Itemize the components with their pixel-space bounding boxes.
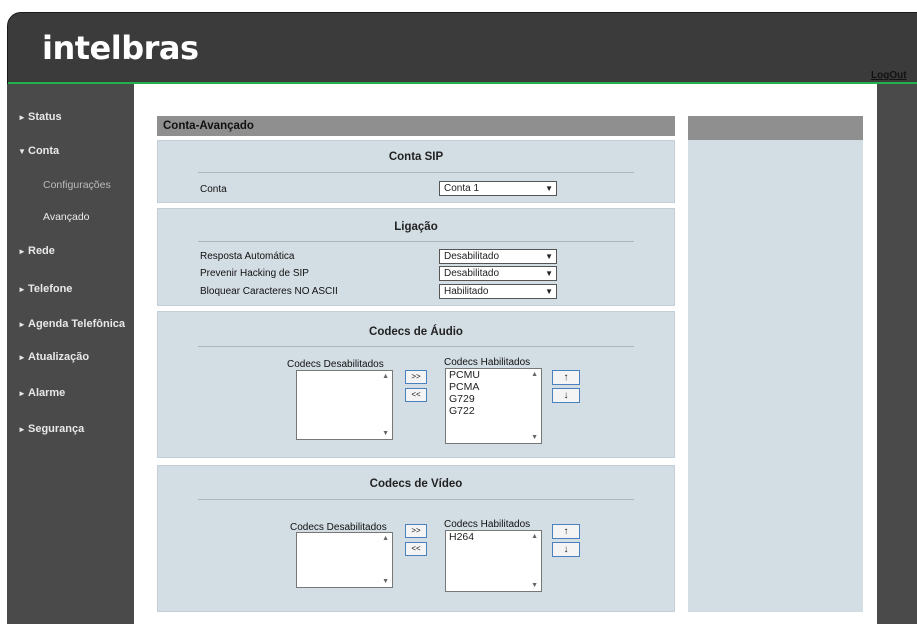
section-title: Conta SIP [388, 151, 444, 163]
scroll-up-icon[interactable]: ▲ [531, 371, 538, 378]
audio-disabled-listbox[interactable]: ▲ ▼ [296, 370, 393, 440]
caret-right-icon: ► [18, 389, 26, 398]
intelbras-logo: intelbras [42, 29, 199, 67]
section-title: Codecs de Vídeo [369, 478, 463, 490]
list-item[interactable]: PCMA [449, 381, 541, 393]
sidebar-item-label: Agenda Telefônica [28, 318, 125, 330]
chevron-down-icon: ▼ [545, 269, 553, 278]
list-item[interactable]: G722 [449, 405, 541, 417]
move-up-button[interactable]: ↑ [552, 370, 580, 385]
sidebar-subitem-configuracoes[interactable]: Configurações [7, 174, 134, 196]
remove-codec-button[interactable]: << [405, 542, 427, 556]
resposta-automatica-label: Resposta Automática [200, 251, 295, 262]
video-enabled-listbox[interactable]: H264 ▲ ▼ [445, 530, 542, 592]
scroll-down-icon[interactable]: ▼ [531, 434, 538, 441]
header: intelbras [8, 13, 917, 82]
caret-right-icon: ► [18, 425, 26, 434]
codecs-desabilitados-label: Codecs Desabilitados [287, 359, 384, 370]
scroll-down-icon[interactable]: ▼ [382, 430, 389, 437]
logout-link[interactable]: LogOut [871, 70, 907, 81]
section-title: Ligação [394, 221, 438, 233]
side-panel [688, 116, 863, 612]
conta-select[interactable]: Conta 1 ▼ [439, 181, 557, 196]
chevron-down-icon: ▼ [545, 252, 553, 261]
conta-select-value: Conta 1 [444, 183, 480, 194]
caret-right-icon: ► [18, 113, 26, 122]
sidebar-item-status[interactable]: ► Status [7, 106, 134, 128]
list-item[interactable]: PCMU [449, 369, 541, 381]
sidebar-item-alarme[interactable]: ► Alarme [7, 382, 134, 404]
select-value: Desabilitado [444, 251, 500, 262]
resposta-automatica-select[interactable]: Desabilitado ▼ [439, 249, 557, 264]
chevron-down-icon: ▼ [545, 184, 553, 193]
right-strip [877, 84, 917, 624]
remove-codec-button[interactable]: << [405, 388, 427, 402]
audio-enabled-listbox[interactable]: PCMU PCMA G729 G722 ▲ ▼ [445, 368, 542, 444]
chevron-down-icon: ▼ [545, 287, 553, 296]
prevenir-hacking-select[interactable]: Desabilitado ▼ [439, 266, 557, 281]
caret-right-icon: ► [18, 353, 26, 362]
sidebar-item-label: Rede [28, 245, 55, 257]
sidebar-item-agenda[interactable]: ► Agenda Telefônica [7, 313, 134, 335]
caret-right-icon: ► [18, 247, 26, 256]
caret-right-icon: ► [18, 285, 26, 294]
sidebar-item-label: Segurança [28, 423, 85, 435]
move-up-button[interactable]: ↑ [552, 524, 580, 539]
select-value: Desabilitado [444, 268, 500, 279]
move-down-button[interactable]: ↓ [552, 542, 580, 557]
scroll-up-icon[interactable]: ▲ [382, 535, 389, 542]
codecs-habilitados-label: Codecs Habilitados [444, 519, 531, 530]
codecs-habilitados-label: Codecs Habilitados [444, 357, 531, 368]
sidebar-item-label: Alarme [28, 387, 66, 399]
list-item[interactable]: G729 [449, 393, 541, 405]
prevenir-hacking-label: Prevenir Hacking de SIP [200, 268, 309, 279]
divider [198, 346, 634, 347]
page-title: Conta-Avançado [157, 116, 675, 136]
sidebar-item-label: Status [28, 111, 62, 123]
sidebar-item-rede[interactable]: ► Rede [7, 240, 134, 262]
side-panel-header [688, 116, 863, 140]
divider [198, 499, 634, 500]
sidebar-item-conta[interactable]: ▼ Conta [7, 140, 134, 162]
move-down-button[interactable]: ↓ [552, 388, 580, 403]
sidebar-item-label: Conta [28, 145, 60, 157]
video-disabled-listbox[interactable]: ▲ ▼ [296, 532, 393, 588]
sidebar-item-label: Atualização [28, 351, 90, 363]
section-codecs-video: Codecs de Vídeo Codecs Desabilitados ▲ ▼… [157, 465, 675, 612]
add-codec-button[interactable]: >> [405, 524, 427, 538]
sidebar-subitem-avancado[interactable]: Avançado [7, 206, 134, 228]
sidebar-item-atualizacao[interactable]: ► Atualização [7, 346, 134, 368]
section-codecs-audio: Codecs de Áudio Codecs Desabilitados ▲ ▼… [157, 311, 675, 458]
section-title: Codecs de Áudio [369, 326, 463, 338]
sidebar-item-telefone[interactable]: ► Telefone [7, 278, 134, 300]
scroll-down-icon[interactable]: ▼ [382, 578, 389, 585]
scroll-down-icon[interactable]: ▼ [531, 582, 538, 589]
section-ligacao: Ligação Resposta Automática Desabilitado… [157, 208, 675, 306]
sidebar-item-seguranca[interactable]: ► Segurança [7, 418, 134, 440]
sidebar-item-label: Telefone [28, 283, 73, 295]
divider [198, 241, 634, 242]
section-conta-sip: Conta SIP Conta Conta 1 ▼ [157, 140, 675, 203]
caret-down-icon: ▼ [18, 147, 26, 156]
divider [198, 172, 634, 173]
scroll-up-icon[interactable]: ▲ [382, 373, 389, 380]
select-value: Habilitado [444, 286, 489, 297]
scroll-up-icon[interactable]: ▲ [531, 533, 538, 540]
caret-right-icon: ► [18, 320, 26, 329]
add-codec-button[interactable]: >> [405, 370, 427, 384]
list-item[interactable]: H264 [449, 531, 541, 543]
conta-label: Conta [200, 184, 227, 195]
bloquear-ascii-label: Bloquear Caracteres NO ASCII [200, 286, 338, 297]
bloquear-ascii-select[interactable]: Habilitado ▼ [439, 284, 557, 299]
